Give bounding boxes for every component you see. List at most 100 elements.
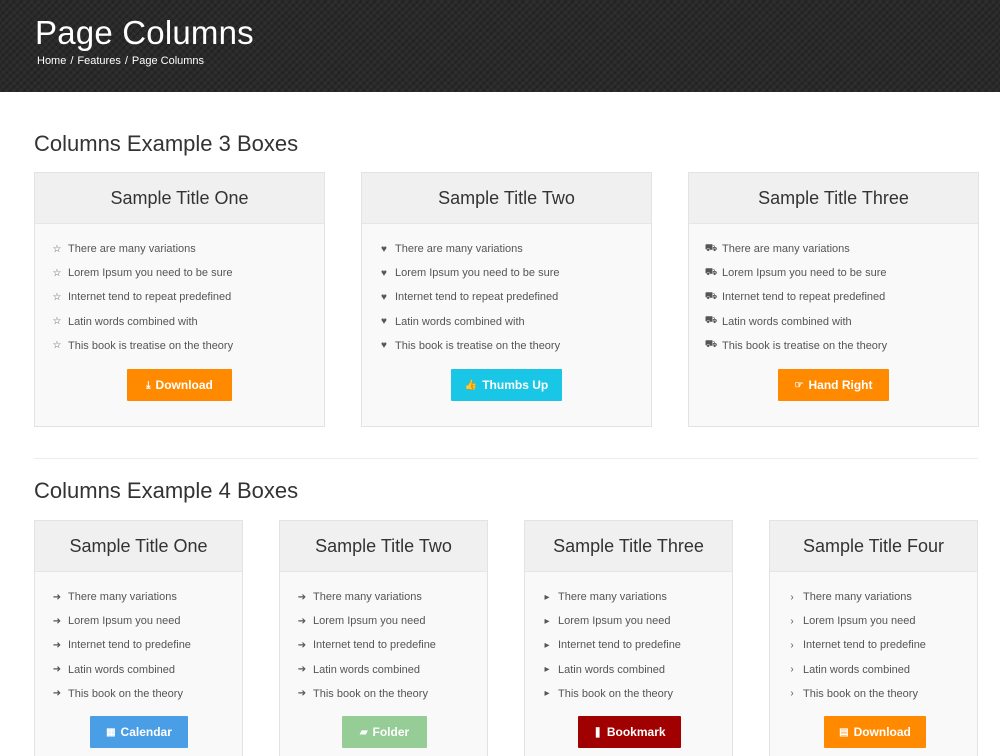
page-title: Page Columns bbox=[35, 14, 254, 51]
download-icon: ⤓ bbox=[146, 379, 151, 391]
list-item: ♥ Lorem Ipsum you need to be sure bbox=[379, 261, 651, 285]
star-outline-icon: ☆ bbox=[52, 340, 62, 352]
list-item: ➔ This book on the theory bbox=[297, 687, 428, 700]
chevron-right-icon: › bbox=[790, 639, 794, 651]
feature-list: ♥ There are many variations ♥ Lorem Ipsum … bbox=[362, 224, 651, 358]
column-box: Sample Title Two ➔ There many variations … bbox=[279, 520, 488, 756]
heart-icon: ♥ bbox=[381, 316, 387, 328]
list-item: ☆ Internet tend to repeat predefined bbox=[52, 291, 232, 304]
heart-icon: ♥ bbox=[381, 291, 387, 303]
section-title-3-boxes: Columns Example 3 Boxes bbox=[34, 131, 299, 156]
list-item: ➜ Lorem Ipsum you need bbox=[52, 615, 181, 628]
list-item: ▸ Lorem Ipsum you need bbox=[542, 609, 732, 633]
download-button[interactable]: ▤ Download bbox=[824, 716, 926, 748]
list-item: ☆ There are many variations bbox=[52, 243, 196, 256]
list-item: ♥ Internet tend to repeat predefined bbox=[379, 285, 651, 309]
chevron-right-icon: › bbox=[790, 615, 794, 627]
column-box: Sample Title One ➜ There many variations … bbox=[34, 520, 243, 756]
breadcrumb-separator: / bbox=[70, 55, 74, 67]
chevron-circle-right-icon: ➜ bbox=[52, 688, 62, 700]
section-title-4-boxes: Columns Example 4 Boxes bbox=[34, 478, 299, 503]
list-item: ⛟ Lorem Ipsum you need to be sure bbox=[704, 266, 887, 280]
box-title: Sample Title Two bbox=[362, 173, 651, 224]
breadcrumb-current: Page Columns bbox=[131, 55, 205, 67]
arrow-circle-right-icon: ➔ bbox=[297, 688, 307, 700]
list-item: ➜ There many variations bbox=[52, 591, 177, 604]
list-item: ▸ Internet tend to predefine bbox=[542, 633, 732, 657]
list-item: ➔ Latin words combined bbox=[297, 663, 421, 676]
column-box: Sample Title One ☆ There are many variati… bbox=[34, 172, 325, 427]
chevron-circle-right-icon: ➜ bbox=[52, 615, 62, 627]
heart-icon: ♥ bbox=[381, 267, 387, 279]
star-outline-icon: ☆ bbox=[52, 267, 62, 279]
cart-icon: ⛟ bbox=[704, 315, 718, 327]
list-item: ☆ This book is treatise on the theory bbox=[52, 339, 234, 352]
list-item: ➔ Internet tend to predefine bbox=[297, 639, 436, 652]
caret-right-icon: ▸ bbox=[544, 664, 550, 676]
box-title: Sample Title Three bbox=[689, 173, 978, 224]
feature-list: ▸ There many variations ▸ Lorem Ipsum you … bbox=[525, 572, 732, 706]
box-title: Sample Title Two bbox=[280, 521, 487, 572]
bookmark-button[interactable]: ❚ Bookmark bbox=[578, 716, 681, 748]
column-box: Sample Title Four › There many variations… bbox=[769, 520, 978, 756]
caret-right-icon: ▸ bbox=[544, 639, 550, 651]
bookmark-icon: ❚ bbox=[593, 726, 602, 738]
list-item: ♥ There are many variations bbox=[379, 237, 651, 261]
list-item: ➔ Lorem Ipsum you need bbox=[297, 615, 426, 628]
breadcrumb: Home / Features / Page Columns bbox=[37, 55, 204, 67]
chevron-right-icon: › bbox=[790, 664, 794, 676]
column-box: Sample Title Two ♥ There are many variati… bbox=[361, 172, 652, 427]
page-header: Page Columns Home / Features / Page Colu… bbox=[0, 0, 1000, 92]
feature-list: ☆ There are many variations ☆ Lorem Ipsum … bbox=[35, 224, 324, 358]
hand-right-button[interactable]: ☞ Hand Right bbox=[778, 369, 889, 401]
list-item: ♥ Latin words combined with bbox=[379, 310, 651, 334]
list-item: ▸ This book on the theory bbox=[542, 682, 732, 706]
list-item: ☆ Latin words combined with bbox=[52, 315, 198, 328]
feature-list: › There many variations › Lorem Ipsum you … bbox=[770, 572, 977, 706]
cart-icon: ⛟ bbox=[704, 290, 718, 302]
heart-icon: ♥ bbox=[381, 340, 387, 352]
breadcrumb-home[interactable]: Home bbox=[37, 55, 66, 67]
folder-button[interactable]: ▰ Folder bbox=[342, 716, 427, 748]
arrow-circle-right-icon: ➔ bbox=[297, 591, 307, 603]
hand-right-icon: ☞ bbox=[794, 379, 804, 391]
cart-icon: ⛟ bbox=[704, 242, 718, 254]
chevron-circle-right-icon: ➜ bbox=[52, 591, 62, 603]
star-outline-icon: ☆ bbox=[52, 243, 62, 255]
list-item: ☆ Lorem Ipsum you need to be sure bbox=[52, 267, 233, 280]
caret-right-icon: ▸ bbox=[544, 615, 550, 627]
caret-right-icon: ▸ bbox=[544, 591, 550, 603]
box-title: Sample Title Three bbox=[525, 521, 732, 572]
calendar-icon: ▦ bbox=[106, 726, 116, 738]
list-item: › Internet tend to predefine bbox=[787, 633, 977, 657]
box-title: Sample Title Four bbox=[770, 521, 977, 572]
cart-icon: ⛟ bbox=[704, 339, 718, 351]
thumbs-up-button[interactable]: 👍 Thumbs Up bbox=[451, 369, 562, 401]
list-item: ♥ This book is treatise on the theory bbox=[379, 334, 651, 358]
feature-list: ➔ There many variations ➔ Lorem Ipsum you … bbox=[280, 572, 487, 706]
column-box: Sample Title Three ⛟ There are many varia… bbox=[688, 172, 979, 427]
folder-icon: ▰ bbox=[359, 726, 368, 738]
calendar-button[interactable]: ▦ Calendar bbox=[90, 716, 188, 748]
download-button[interactable]: ⤓ Download bbox=[127, 369, 232, 401]
cart-icon: ⛟ bbox=[704, 266, 718, 278]
list-item: › There many variations bbox=[787, 585, 977, 609]
chevron-circle-right-icon: ➜ bbox=[52, 639, 62, 651]
list-item: ⛟ There are many variations bbox=[704, 242, 850, 256]
list-item: › This book on the theory bbox=[787, 682, 977, 706]
list-item: ➜ This book on the theory bbox=[52, 687, 183, 700]
section-divider bbox=[34, 458, 978, 459]
box-title: Sample Title One bbox=[35, 173, 324, 224]
breadcrumb-features[interactable]: Features bbox=[77, 55, 120, 67]
heart-icon: ♥ bbox=[381, 243, 387, 255]
list-item: ➜ Latin words combined bbox=[52, 663, 176, 676]
arrow-circle-right-icon: ➔ bbox=[297, 664, 307, 676]
list-item: ⛟ Internet tend to repeat predefined bbox=[704, 290, 886, 304]
list-item: ▸ Latin words combined bbox=[542, 658, 732, 682]
thumbs-up-icon: 👍 bbox=[464, 379, 478, 391]
chevron-right-icon: › bbox=[790, 591, 794, 603]
list-item: ⛟ This book is treatise on the theory bbox=[704, 339, 888, 352]
column-box: Sample Title Three ▸ There many variation… bbox=[524, 520, 733, 756]
arrow-circle-right-icon: ➔ bbox=[297, 639, 307, 651]
list-item: ▸ There many variations bbox=[542, 585, 732, 609]
